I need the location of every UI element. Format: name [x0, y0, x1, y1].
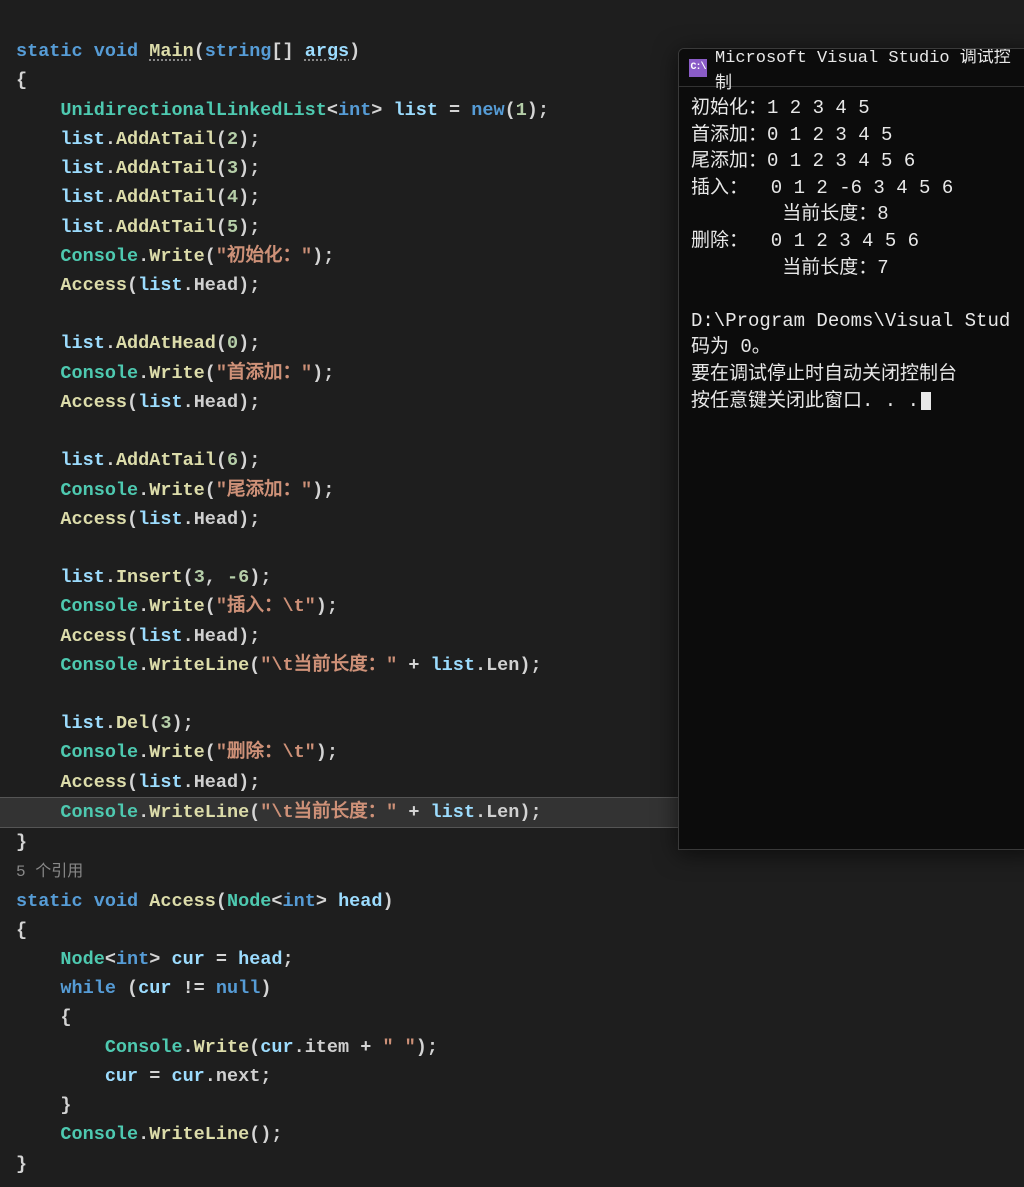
console-line: 按任意键关闭此窗口. . .: [691, 390, 919, 412]
visual-studio-icon: C:\: [689, 59, 707, 77]
current-line-highlight: Console.WriteLine("\t当前长度：" + list.Len);: [0, 797, 680, 828]
var-list: list: [394, 100, 438, 121]
console-line: 插入： 0 1 2 -6 3 4 5 6: [691, 177, 953, 199]
keyword-static: static: [16, 41, 83, 62]
method-main: Main: [149, 41, 193, 62]
console-line: 初始化：1 2 3 4 5: [691, 97, 870, 119]
param-args: args: [305, 41, 349, 62]
console-title-bar[interactable]: C:\ Microsoft Visual Studio 调试控制: [679, 49, 1024, 87]
console-line: 首添加：0 1 2 3 4 5: [691, 124, 892, 146]
console-line: 尾添加：0 1 2 3 4 5 6: [691, 150, 915, 172]
console-line: 当前长度：8: [691, 203, 889, 225]
codelens-references[interactable]: 5 个引用: [16, 863, 83, 881]
cursor-icon: [921, 392, 931, 410]
console-line: D:\Program Deoms\Visual Stud: [691, 310, 1010, 332]
console-line: 当前长度：7: [691, 257, 889, 279]
type-linkedlist: UnidirectionalLinkedList: [60, 100, 326, 121]
keyword-string: string: [205, 41, 272, 62]
console-title: Microsoft Visual Studio 调试控制: [715, 48, 1024, 94]
console-line: 码为 0。: [691, 336, 771, 358]
console-output[interactable]: 初始化：1 2 3 4 5 首添加：0 1 2 3 4 5 尾添加：0 1 2 …: [679, 87, 1024, 422]
method-access: Access: [149, 891, 216, 912]
console-line: 删除： 0 1 2 3 4 5 6: [691, 230, 919, 252]
keyword-void: void: [94, 41, 138, 62]
console-line: 要在调试停止时自动关闭控制台: [691, 363, 957, 385]
debug-console-window[interactable]: C:\ Microsoft Visual Studio 调试控制 初始化：1 2…: [678, 48, 1024, 850]
